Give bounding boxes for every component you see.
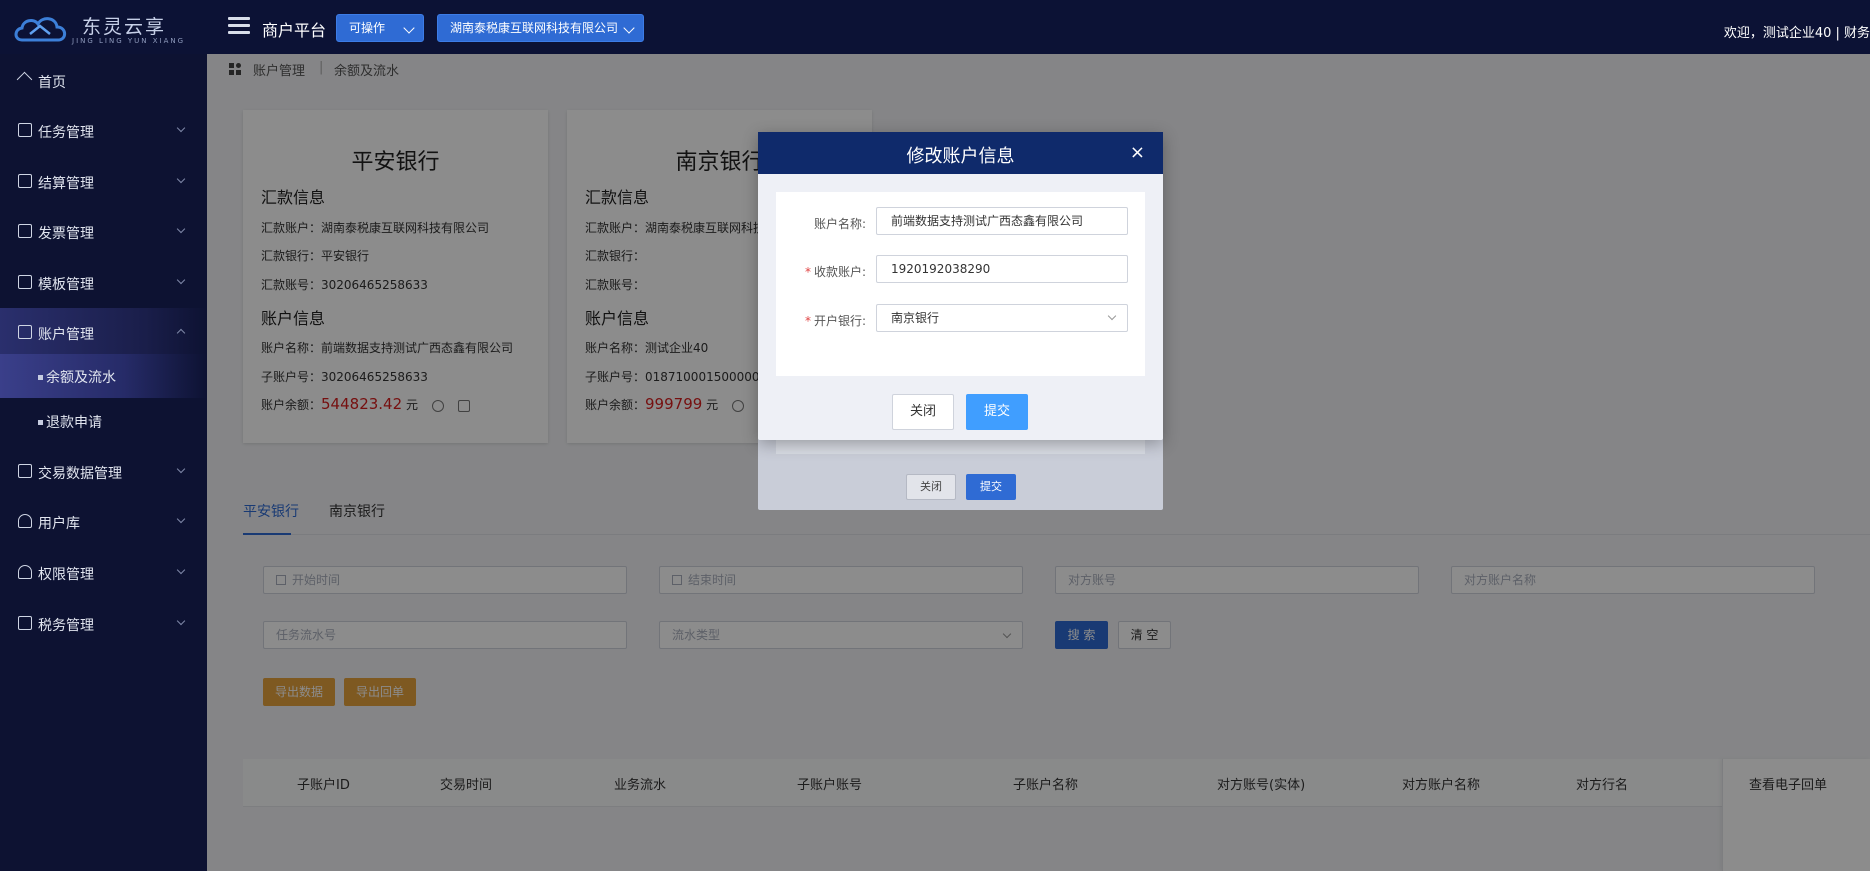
chevron-down-icon	[176, 123, 186, 133]
logo-text: 东灵云享	[82, 16, 167, 38]
required-mark: *	[804, 314, 811, 328]
logo: 东灵云享 JING LING YUN XIANG	[12, 10, 192, 46]
status-select-value: 可操作	[349, 21, 386, 35]
sidebar-item-label: 账户管理	[38, 327, 94, 343]
opening-bank-select[interactable]: 南京银行	[876, 304, 1128, 332]
sidebar-subitem-refund[interactable]: 退款申请	[0, 399, 207, 443]
status-select[interactable]: 可操作	[336, 14, 424, 42]
dialog-title: 修改账户信息	[906, 146, 1015, 167]
company-select-value: 湖南泰税康互联网科技有限公司	[450, 21, 619, 35]
required-mark: *	[804, 265, 811, 279]
field-label-text: 账户名称:	[813, 217, 866, 231]
chevron-down-icon	[176, 174, 186, 184]
welcome-text[interactable]: 欢迎，测试企业40 | 财务	[1724, 22, 1870, 41]
bank-icon	[18, 464, 32, 478]
opening-bank-label: * 开户银行:	[776, 312, 866, 329]
sidebar: 首页 任务管理 结算管理 发票管理 模板管理 账户管理 余额及流水 退款申请 交…	[0, 54, 207, 871]
sidebar-item-user-library[interactable]: 用户库	[0, 497, 207, 547]
sidebar-item-label: 税务管理	[38, 618, 94, 634]
chevron-down-icon	[623, 22, 635, 34]
field-label-text: 开户银行:	[813, 314, 866, 328]
sidebar-subitem-label: 退款申请	[46, 415, 102, 431]
sidebar-item-account[interactable]: 账户管理	[0, 308, 207, 358]
sidebar-item-label: 结算管理	[38, 176, 94, 192]
sidebar-item-tasks[interactable]: 任务管理	[0, 106, 207, 156]
submit-button[interactable]: 提交	[966, 394, 1028, 430]
sidebar-item-permissions[interactable]: 权限管理	[0, 548, 207, 598]
company-select[interactable]: 湖南泰税康互联网科技有限公司	[437, 14, 644, 42]
dialog-form: 账户名称: 前端数据支持测试广西态鑫有限公司 * 收款账户: 1920192038…	[776, 192, 1145, 376]
chevron-down-icon	[176, 224, 186, 234]
sidebar-item-home[interactable]: 首页	[0, 56, 207, 106]
task-icon	[18, 123, 32, 137]
close-icon[interactable]: ×	[1130, 142, 1145, 163]
sidebar-item-label: 用户库	[38, 516, 80, 532]
sidebar-item-label: 模板管理	[38, 277, 94, 293]
sidebar-item-label: 交易数据管理	[38, 466, 122, 482]
sidebar-item-label: 发票管理	[38, 226, 94, 242]
sidebar-item-tax[interactable]: 税务管理	[0, 599, 207, 649]
logo-subtext: JING LING YUN XIANG	[72, 37, 186, 45]
sidebar-item-label: 权限管理	[38, 567, 94, 583]
chevron-down-icon	[176, 565, 186, 575]
platform-title: 商户平台	[262, 21, 327, 40]
dialog-header: 修改账户信息 ×	[758, 132, 1163, 174]
account-name-value: 前端数据支持测试广西态鑫有限公司	[891, 214, 1084, 228]
chevron-down-icon	[176, 514, 186, 524]
bullet-icon	[38, 375, 43, 380]
account-card-icon	[18, 325, 32, 339]
sidebar-item-invoice[interactable]: 发票管理	[0, 207, 207, 257]
sidebar-subitem-label: 余额及流水	[46, 370, 116, 386]
settlement-icon	[18, 174, 32, 188]
chevron-down-icon	[176, 464, 186, 474]
template-icon	[18, 275, 32, 289]
chevron-down-icon	[403, 22, 415, 34]
background-close-button[interactable]: 关闭	[906, 474, 956, 500]
sidebar-item-template[interactable]: 模板管理	[0, 258, 207, 308]
chevron-down-icon	[176, 275, 186, 285]
chevron-down-icon	[1107, 311, 1117, 321]
edit-account-dialog: 修改账户信息 × 账户名称: 前端数据支持测试广西态鑫有限公司 * 收款账户: 1…	[758, 132, 1163, 440]
receiving-account-label: * 收款账户:	[776, 263, 866, 280]
sidebar-item-label: 任务管理	[38, 125, 94, 141]
top-header: 东灵云享 JING LING YUN XIANG 商户平台 可操作 湖南泰税康互…	[0, 0, 1870, 54]
background-submit-button[interactable]: 提交	[966, 474, 1016, 500]
user-icon	[18, 514, 32, 528]
close-button[interactable]: 关闭	[892, 394, 954, 430]
permission-icon	[18, 565, 32, 579]
sidebar-item-settlement[interactable]: 结算管理	[0, 157, 207, 207]
chevron-down-icon	[176, 616, 186, 626]
home-icon	[18, 73, 32, 87]
sidebar-subitem-balance[interactable]: 余额及流水	[0, 354, 207, 398]
opening-bank-value: 南京银行	[891, 311, 940, 325]
receiving-account-value: 1920192038290	[891, 262, 991, 276]
account-name-label: 账户名称:	[776, 215, 866, 232]
account-name-input[interactable]: 前端数据支持测试广西态鑫有限公司	[876, 207, 1128, 235]
field-label-text: 收款账户:	[813, 265, 866, 279]
receiving-account-input[interactable]: 1920192038290	[876, 255, 1128, 283]
sidebar-item-transaction-data[interactable]: 交易数据管理	[0, 447, 207, 497]
invoice-icon	[18, 224, 32, 238]
menu-toggle-icon[interactable]	[228, 17, 250, 35]
sidebar-item-label: 首页	[38, 75, 66, 91]
chevron-up-icon	[176, 328, 186, 338]
tax-icon	[18, 616, 32, 630]
bullet-icon	[38, 420, 43, 425]
cloud-logo-icon	[14, 17, 67, 42]
